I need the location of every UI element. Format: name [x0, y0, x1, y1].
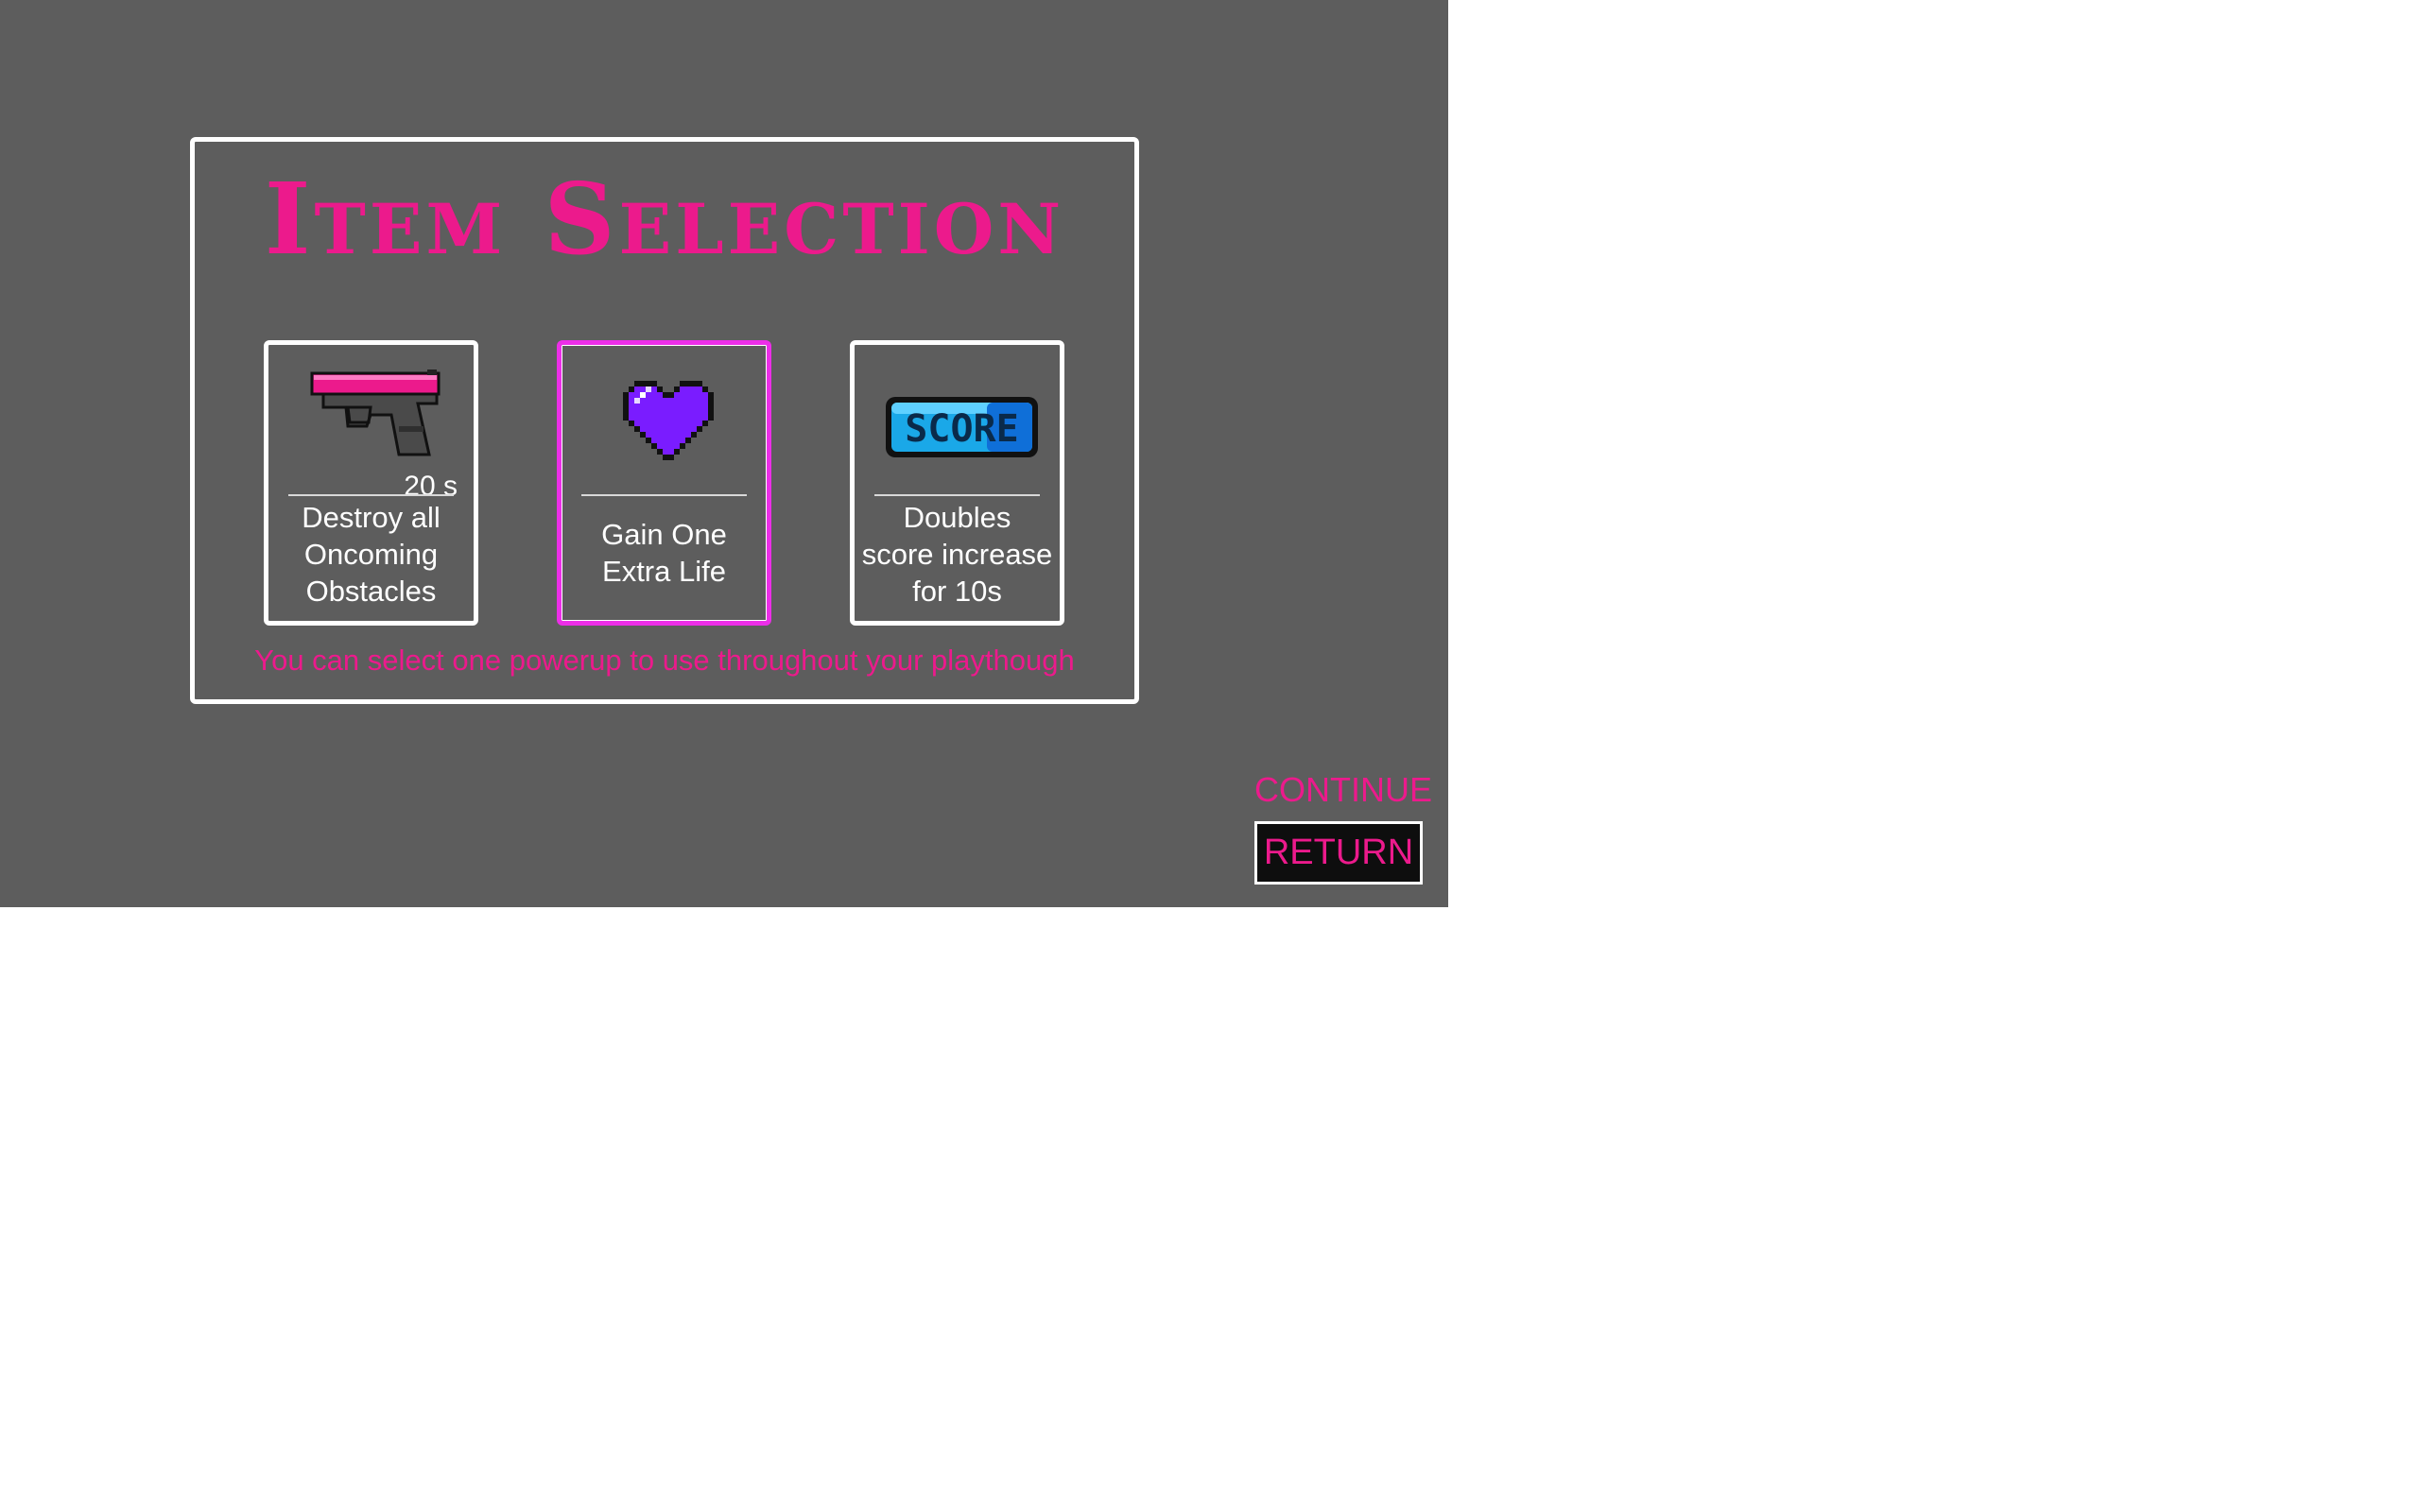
item-selection-panel: Item Selection 20 s Destroy all Oncoming…	[190, 137, 1139, 704]
item-card-destroy-obstacles[interactable]: 20 s Destroy all Oncoming Obstacles	[264, 340, 478, 626]
description-line: Destroy all	[302, 501, 441, 534]
item-icon-area: 20 s	[268, 356, 474, 502]
item-description: Destroy all Oncoming Obstacles	[274, 499, 468, 610]
description-line: Oncoming	[303, 538, 439, 571]
item-description: Doubles score increase for 10s	[860, 499, 1054, 610]
description-line: score increase	[861, 538, 1053, 571]
description-line: Doubles	[903, 501, 1011, 534]
heart-icon	[623, 381, 714, 460]
item-card-extra-life[interactable]: Gain One Extra Life	[557, 340, 771, 626]
card-divider	[874, 494, 1040, 496]
selection-hint: You can select one powerup to use throug…	[254, 644, 1075, 677]
description-line: for 10s	[912, 575, 1002, 608]
card-divider	[288, 494, 454, 496]
description-line: Obstacles	[305, 575, 437, 608]
card-divider	[581, 494, 747, 496]
item-icon-area	[562, 356, 767, 470]
pistol-icon	[310, 369, 441, 456]
return-button[interactable]: RETURN	[1254, 821, 1423, 885]
item-description: Gain One Extra Life	[567, 516, 761, 590]
continue-button[interactable]: CONTINUE	[1254, 767, 1432, 813]
description-line: Extra Life	[602, 555, 726, 588]
score-icon-text: SCORE	[905, 407, 1018, 451]
score-icon: SCORE	[886, 397, 1038, 457]
item-icon-area: SCORE	[855, 356, 1060, 470]
page-title: Item Selection	[264, 161, 1065, 277]
game-screen: Item Selection 20 s Destroy all Oncoming…	[0, 0, 1448, 907]
description-line: Gain One	[601, 518, 727, 551]
item-card-double-score[interactable]: SCORE Doubles score increase for 10s	[850, 340, 1064, 626]
